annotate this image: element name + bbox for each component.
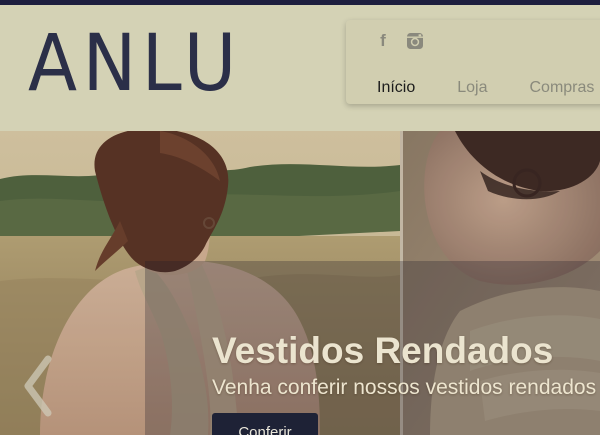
nav-item-loja[interactable]: Loja [457, 78, 487, 98]
conferir-button[interactable]: Conferir [212, 413, 318, 435]
facebook-icon[interactable]: f [374, 32, 392, 50]
page: ANLU f Início Loja Compras Vestidos Rend… [0, 0, 600, 435]
top-accent-bar [0, 0, 600, 5]
nav-item-inicio[interactable]: Início [377, 78, 415, 98]
instagram-icon[interactable] [406, 32, 424, 50]
instagram-glyph [407, 33, 423, 49]
slide-title: Vestidos Rendados [212, 330, 554, 371]
main-nav: Início Loja Compras [377, 78, 594, 98]
site-logo[interactable]: ANLU [28, 20, 242, 108]
nav-item-compras[interactable]: Compras [530, 78, 595, 98]
slide-subtitle: Venha conferir nossos vestidos rendados [212, 376, 597, 399]
social-links: f [374, 32, 424, 50]
chevron-left-icon[interactable] [20, 355, 54, 417]
facebook-glyph: f [380, 31, 386, 50]
